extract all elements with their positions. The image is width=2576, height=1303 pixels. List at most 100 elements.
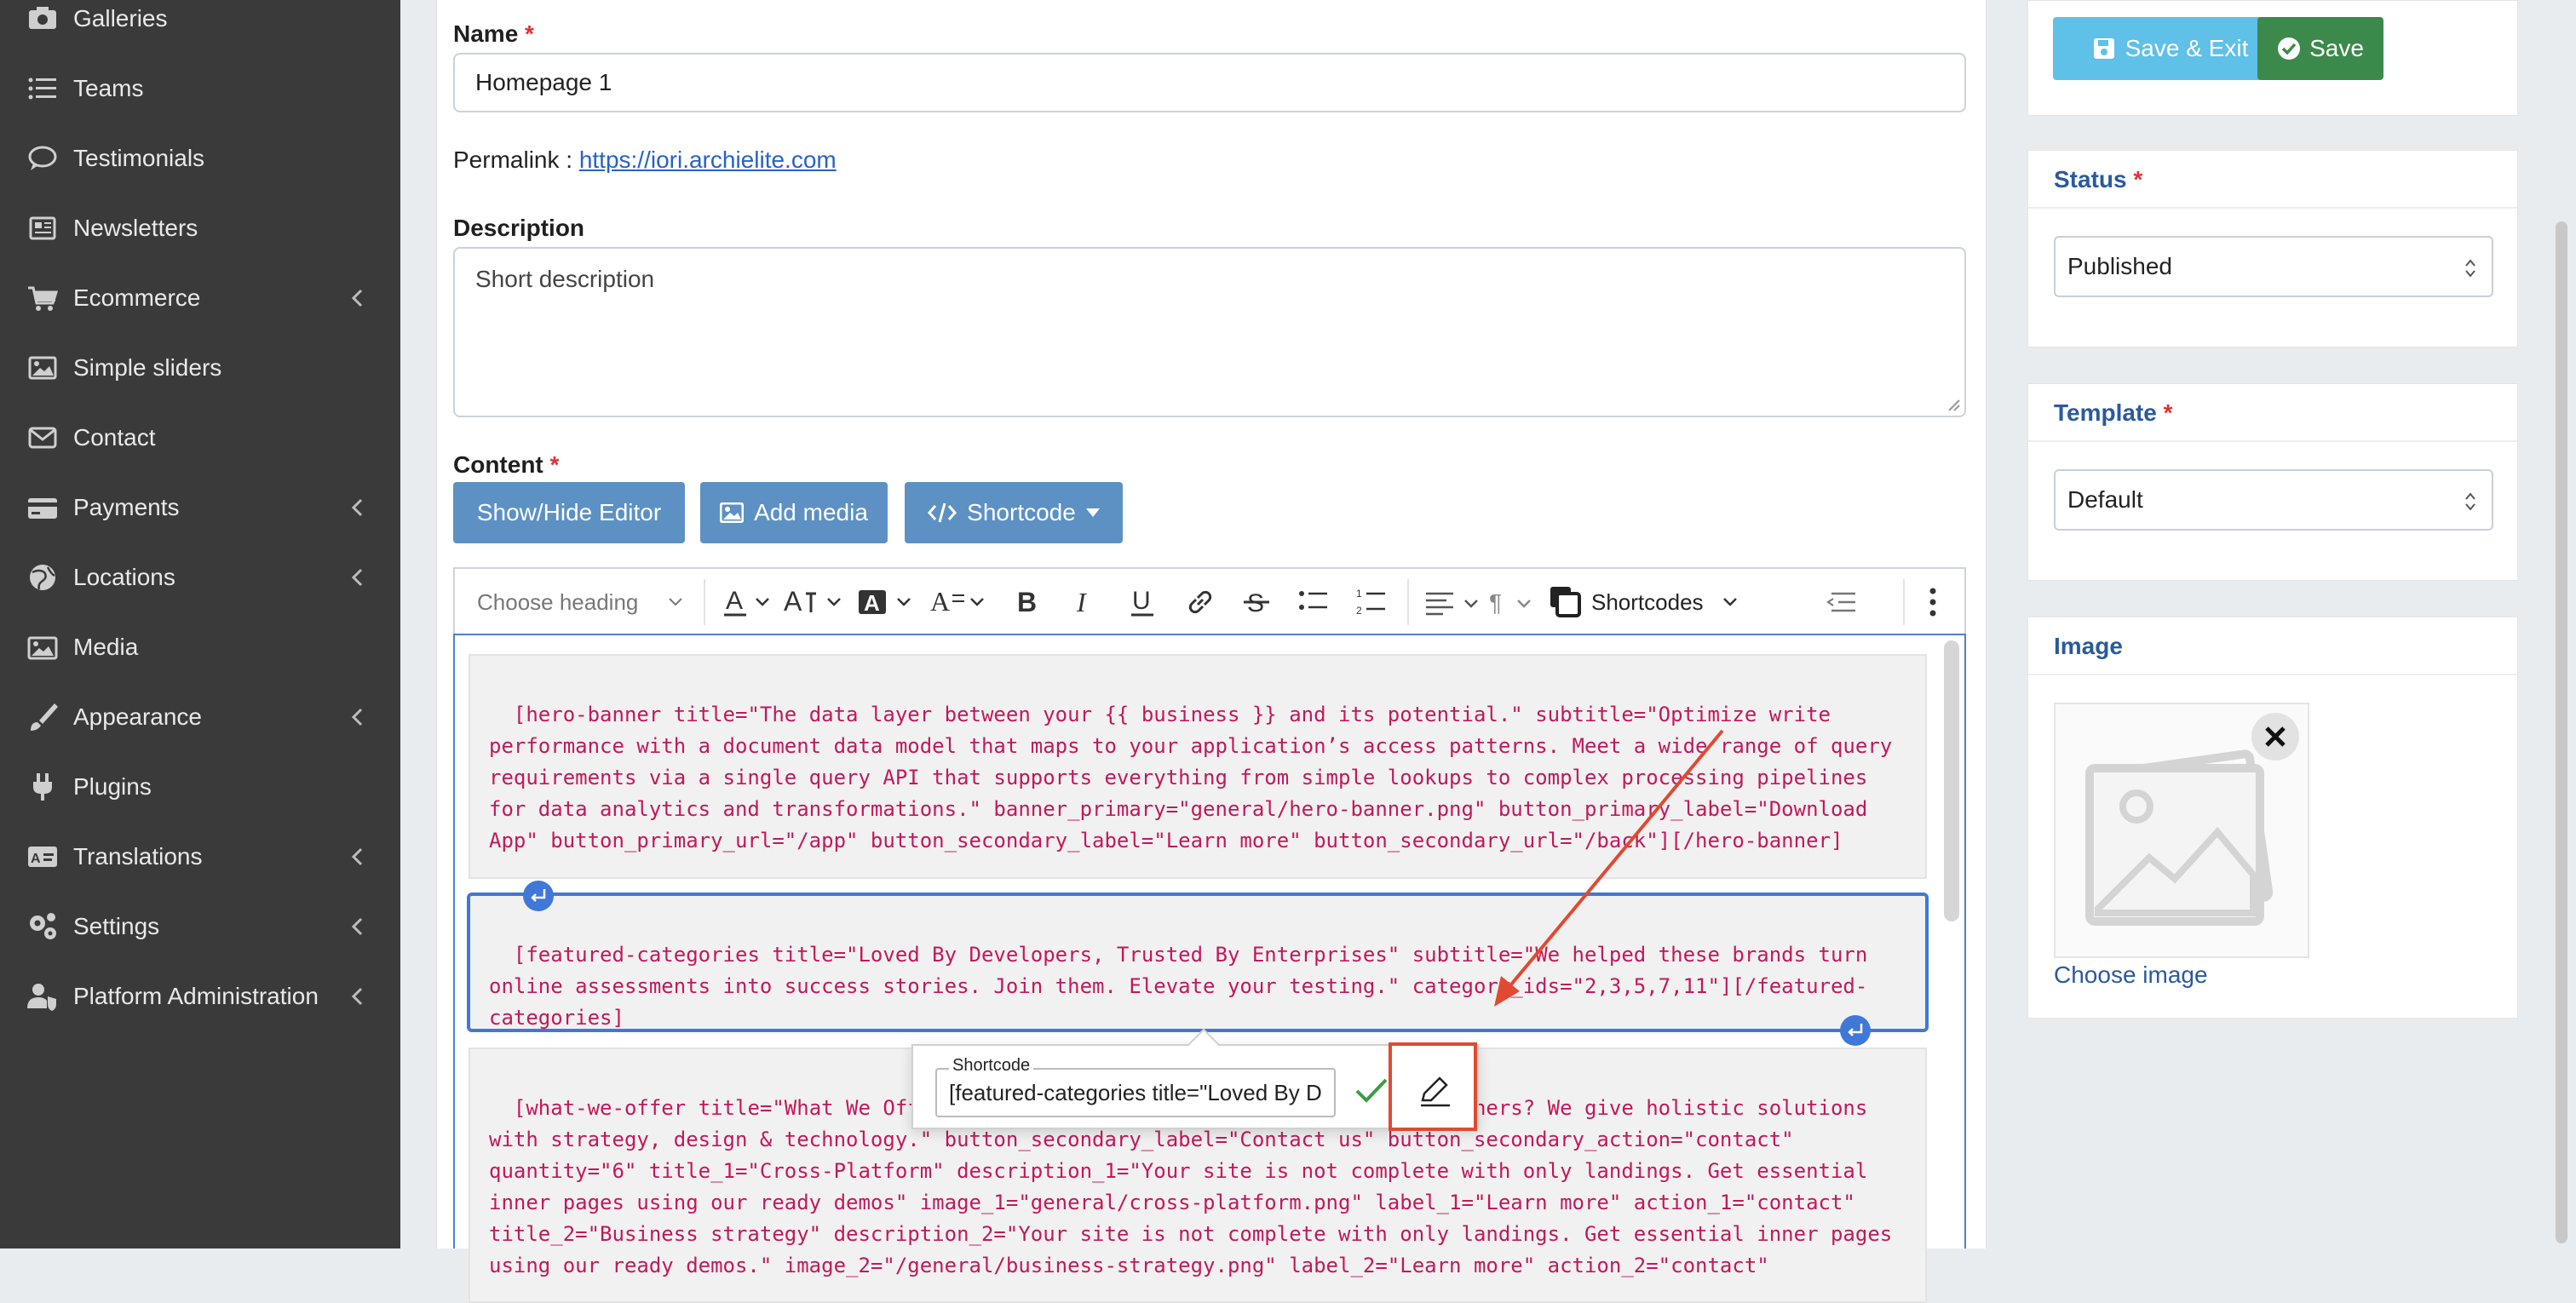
list-icon (28, 77, 56, 100)
save-label: Save (2309, 35, 2364, 61)
choose-image-link[interactable]: Choose image (2054, 961, 2208, 989)
show-hide-editor-button[interactable]: Show/Hide Editor (453, 482, 685, 543)
sidebar-item-locations[interactable]: Locations (0, 542, 400, 612)
strikethrough-button[interactable]: S (1244, 569, 1271, 635)
svg-text:2: 2 (1356, 605, 1362, 617)
description-label: Description (453, 215, 584, 242)
save-exit-button[interactable]: Save & Exit (2053, 17, 2288, 80)
sidebar-item-testimonials[interactable]: Testimonials (0, 123, 400, 193)
toolbar-separator (704, 579, 705, 625)
required-mark: * (549, 451, 560, 478)
sidebar-item-payments[interactable]: Payments (0, 473, 400, 542)
status-card: Status * Published (2027, 150, 2518, 347)
insert-paragraph-before-icon[interactable] (521, 879, 555, 913)
description-label-text: Description (453, 215, 585, 241)
template-select[interactable]: Default (2054, 469, 2493, 531)
code-icon (928, 502, 957, 523)
underline-icon: U (1131, 587, 1153, 617)
sidebar-item-label: Translations (73, 843, 203, 870)
sidebar-item-translations[interactable]: A Translations (0, 822, 400, 892)
svg-text:U: U (1132, 587, 1151, 615)
font-color-button[interactable]: A (724, 569, 772, 635)
heading-dropdown[interactable]: Choose heading (477, 569, 690, 635)
save-button[interactable]: Save (2257, 17, 2383, 80)
sidebar-item-label: Ecommerce (73, 284, 201, 311)
chevron-left-icon (351, 708, 363, 726)
description-textarea[interactable]: Short description (453, 247, 1966, 417)
template-select-value: Default (2067, 486, 2143, 513)
description-value: Short description (475, 266, 655, 292)
sidebar-item-newsletters[interactable]: Newsletters (0, 193, 400, 263)
image-title-text: Image (2054, 633, 2123, 659)
svg-text:A: A (726, 587, 743, 615)
bold-button[interactable]: B (1015, 569, 1043, 635)
font-size-button[interactable]: A (784, 569, 847, 635)
name-input-value: Homepage 1 (475, 69, 612, 95)
paragraph-direction-icon: ¶ (1489, 589, 1531, 616)
bullet-list-icon (1299, 591, 1327, 610)
remove-image-icon[interactable] (2250, 711, 2301, 762)
sidebar-item-ecommerce[interactable]: Ecommerce (0, 263, 400, 333)
sidebar-item-galleries[interactable]: Galleries (0, 0, 400, 54)
italic-button[interactable]: I (1073, 569, 1097, 635)
template-card: Template * Default (2027, 383, 2518, 581)
numbered-list-button[interactable]: 12 (1356, 569, 1387, 635)
language-icon: A (28, 847, 57, 867)
editor-toolbar: Choose heading A A A A B I U S 12 ¶ Shor (453, 567, 1966, 634)
check-icon[interactable] (1354, 1076, 1389, 1105)
resize-handle-icon[interactable] (1947, 399, 1961, 412)
template-title: Template * (2054, 399, 2173, 427)
link-icon (1188, 590, 1212, 614)
numbered-list-icon: 12 (1356, 588, 1385, 617)
chevron-left-icon (351, 917, 363, 936)
highlight-icon: A (859, 590, 911, 616)
status-select-value: Published (2067, 253, 2172, 279)
permalink: Permalink : https://iori.archielite.com (453, 146, 837, 174)
content-label: Content * (453, 451, 559, 479)
envelope-icon (28, 427, 57, 449)
image-card: Image Choose image (2027, 617, 2518, 1019)
sidebar-item-simple-sliders[interactable]: Simple sliders (0, 333, 400, 403)
check-circle-icon (2278, 37, 2301, 60)
bullet-list-button[interactable] (1298, 569, 1329, 635)
svg-text:I: I (1076, 587, 1087, 617)
add-media-button[interactable]: Add media (700, 482, 888, 543)
text-direction-button[interactable]: ¶ (1489, 569, 1537, 635)
shortcode-popup-label: Shortcode (949, 1056, 1034, 1076)
required-mark: * (525, 20, 534, 47)
underline-button[interactable]: U (1130, 569, 1157, 635)
chevron-left-icon (351, 568, 363, 587)
chat-bubble-icon (28, 146, 57, 170)
align-left-icon (1426, 592, 1478, 616)
svg-text:A: A (784, 587, 802, 617)
sidebar-item-appearance[interactable]: Appearance (0, 682, 400, 752)
sidebar-item-media[interactable]: Media (0, 612, 400, 682)
template-title-text: Template (2054, 399, 2157, 426)
more-options-button[interactable] (1929, 569, 1937, 635)
highlight-button[interactable]: A (859, 569, 920, 635)
image-title: Image (2054, 633, 2123, 660)
cart-icon (28, 286, 59, 311)
alignment-button[interactable] (1426, 569, 1482, 635)
name-input[interactable]: Homepage 1 (453, 53, 1966, 112)
font-family-button[interactable]: A (930, 569, 992, 635)
editor-scrollbar[interactable] (1944, 640, 1959, 921)
shortcode-popup-value: [featured-categories title="Loved By D (949, 1079, 1322, 1105)
sidebar-item-settings[interactable]: Settings (0, 892, 400, 961)
page-scrollbar[interactable] (2556, 221, 2567, 1243)
sidebar-item-label: Simple sliders (73, 354, 222, 381)
link-button[interactable] (1186, 569, 1215, 635)
insert-paragraph-after-icon[interactable] (1838, 1013, 1872, 1048)
sidebar-item-contact[interactable]: Contact (0, 403, 400, 473)
annotation-arrow (1494, 729, 1724, 1007)
sidebar-item-platform-administration[interactable]: Platform Administration (0, 961, 400, 1031)
sidebar-item-teams[interactable]: Teams (0, 54, 400, 123)
shortcodes-toolbar-button[interactable]: Shortcodes (1549, 569, 1738, 635)
status-select[interactable]: Published (2054, 236, 2493, 297)
outdent-button[interactable] (1826, 569, 1857, 635)
sidebar-item-label: Testimonials (73, 145, 205, 171)
shortcode-dropdown-button[interactable]: Shortcode (905, 482, 1123, 543)
sidebar-item-plugins[interactable]: Plugins (0, 752, 400, 822)
permalink-link[interactable]: https://iori.archielite.com (579, 146, 837, 173)
svg-text:B: B (1017, 587, 1037, 617)
